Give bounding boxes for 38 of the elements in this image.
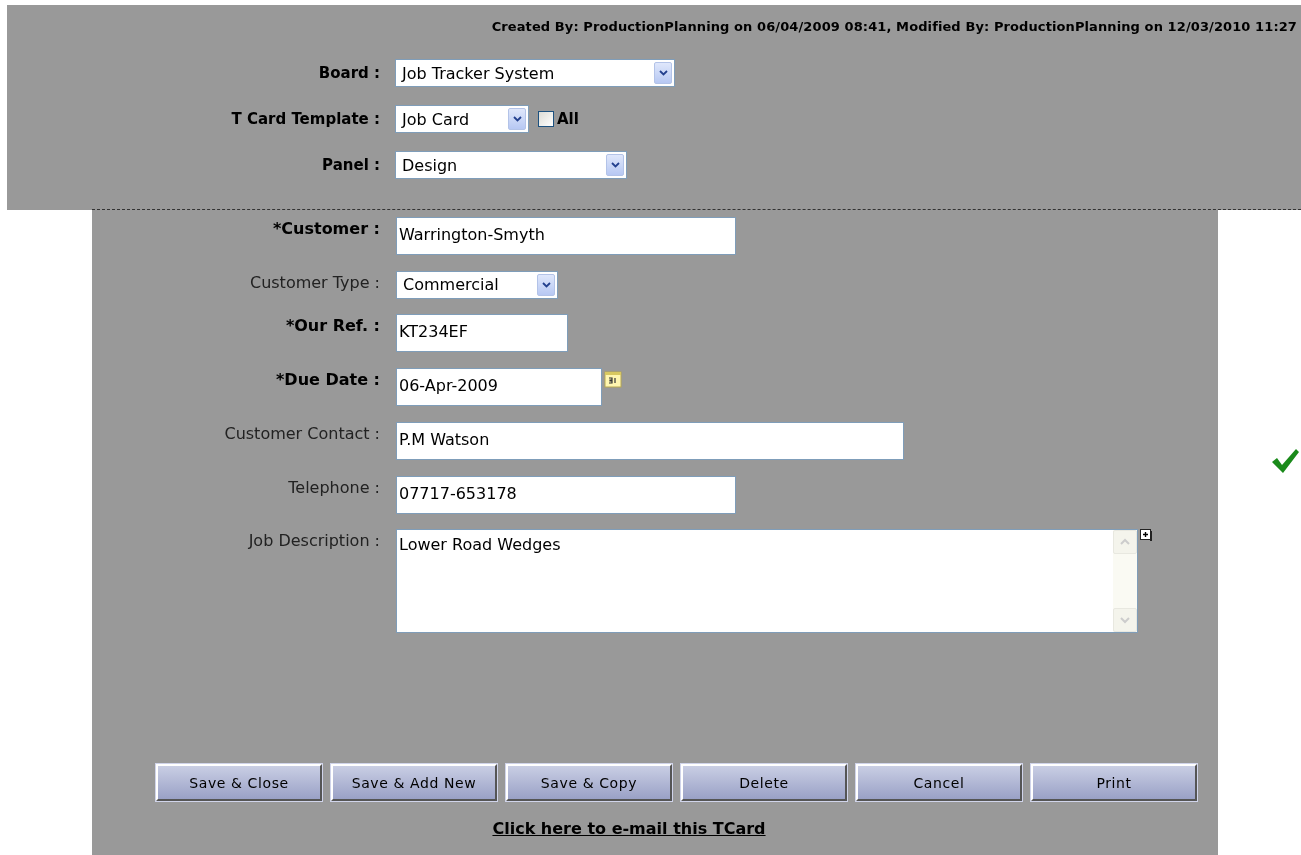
text-area[interactable]: Lower Road Wedges (396, 529, 1138, 634)
field-label: Customer Type : (248, 271, 380, 292)
scroll-down-icon[interactable] (1113, 608, 1137, 633)
text-field[interactable]: 07717-653178 (396, 475, 736, 514)
dropdown[interactable]: Design (395, 151, 627, 179)
checkmark-icon (1270, 448, 1300, 474)
caret-icon (654, 62, 672, 84)
field-label: *Due Date : (275, 369, 380, 390)
field-label: T Card Template : (230, 110, 380, 128)
caret-icon (537, 273, 555, 296)
field-label: Board : (317, 64, 380, 82)
dropdown[interactable]: Commercial (396, 270, 558, 299)
caret-icon (508, 108, 526, 130)
text-field[interactable]: KT234EF (396, 314, 568, 353)
calendar-icon[interactable] (604, 370, 622, 389)
field-label: Customer Contact : (223, 422, 380, 443)
dropdown[interactable]: Job Card (395, 105, 529, 133)
action-button[interactable]: Delete (681, 764, 847, 801)
audit-text: Created By: ProductionPlanning on 06/04/2009 08:41, Modified By: ProductionPlanning on 12/03/2010 11:27 (490, 18, 1298, 34)
field-label: Job Description : (247, 530, 380, 551)
field-label: *Our Ref. : (284, 315, 380, 336)
text-field[interactable]: Warrington-Smyth (396, 217, 736, 255)
field-label: Panel : (321, 156, 380, 174)
checkbox-label: All (557, 110, 579, 128)
field-label: Telephone : (287, 476, 380, 497)
action-button[interactable]: Cancel (856, 764, 1022, 801)
dropdown[interactable]: Job Tracker System (395, 59, 675, 87)
action-button[interactable]: Save & Copy (506, 764, 672, 801)
field-label: *Customer : (271, 218, 380, 238)
text-field[interactable]: P.M Watson (396, 421, 904, 460)
action-button[interactable]: Save & Add New (331, 764, 497, 801)
checkbox[interactable] (538, 111, 554, 127)
caret-icon (606, 154, 624, 176)
email-link[interactable]: Click here to e-mail this TCard (492, 819, 766, 838)
expand-icon[interactable] (1140, 529, 1152, 542)
action-button[interactable]: Print (1031, 764, 1197, 801)
action-button[interactable]: Save & Close (156, 764, 322, 801)
date-field[interactable]: 06-Apr-2009 (396, 368, 602, 407)
